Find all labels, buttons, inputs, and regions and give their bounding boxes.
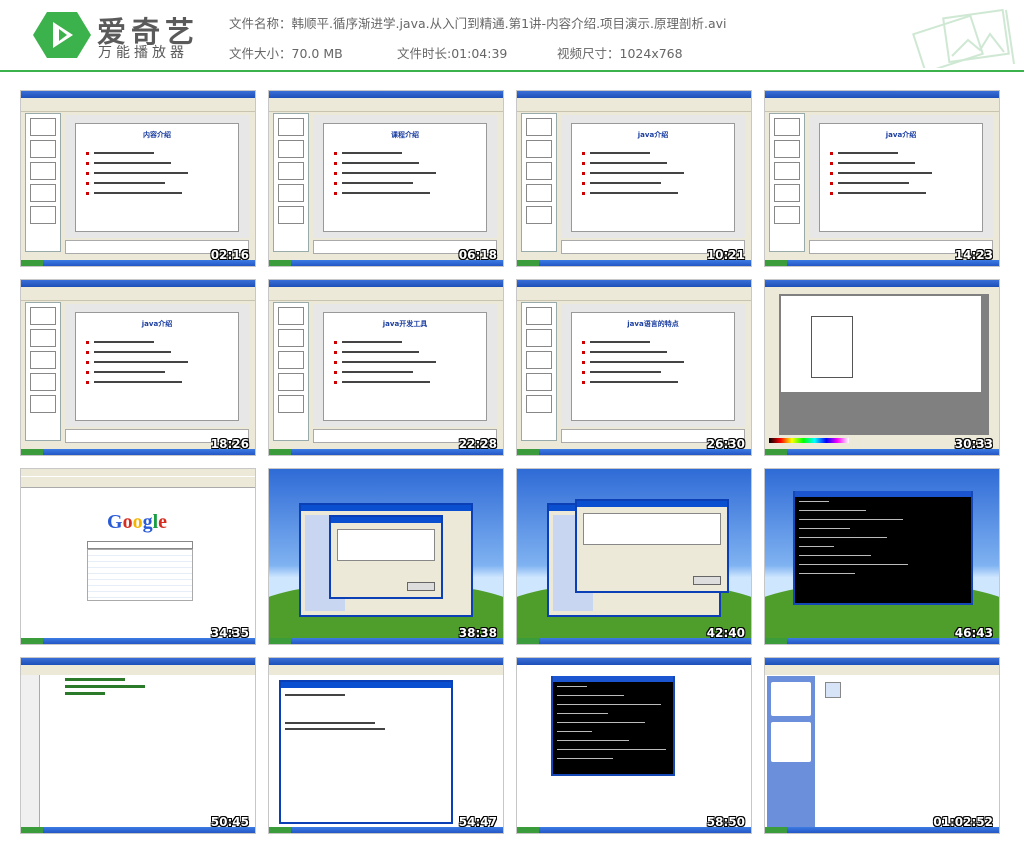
slide: java开发工具 [323,312,487,421]
window-titlebar [269,91,503,98]
file-name: 文件名称：韩顺平.循序渐进学.java.从入门到精通.第1讲-内容介绍.项目演示… [229,13,727,32]
video-thumbnail[interactable]: 42:40 [516,468,752,645]
slide-title: java介绍 [141,320,173,328]
slide-title: java介绍 [637,131,669,139]
slide: java介绍 [571,123,735,232]
window-titlebar [765,91,999,98]
video-thumbnail[interactable]: 50:45 [20,657,256,834]
slide-title: java开发工具 [382,320,428,328]
thumbnail-timestamp: 26:30 [706,437,745,451]
slide-sidebar [273,113,309,252]
video-thumbnail[interactable]: 内容介绍 02:16 [20,90,256,267]
slide-title: 内容介绍 [143,131,171,139]
file-resolution-label: 视频尺寸： [557,46,620,61]
thumbnail-timestamp: 14:23 [954,248,993,262]
slide-sidebar [273,302,309,441]
thumbnail-timestamp: 01:02:52 [933,815,993,829]
slide: 内容介绍 [75,123,239,232]
thumbnail-timestamp: 22:28 [458,437,497,451]
slide: java语言的特点 [571,312,735,421]
slide-sidebar [521,113,557,252]
slide-area: java语言的特点 [561,304,745,427]
slide-sidebar [25,113,61,252]
decorative-frames-icon [912,8,1015,68]
toolbar [517,103,751,112]
slide: java介绍 [819,123,983,232]
toolbar [517,292,751,301]
file-duration-value: 01:04:39 [451,46,508,61]
slide-title: java语言的特点 [627,320,679,328]
file-size-value: 70.0 MB [291,46,343,61]
thumbnail-timestamp: 58:50 [706,815,745,829]
slide-sidebar [521,302,557,441]
slide-area: java介绍 [65,304,249,427]
thumbnail-timestamp: 10:21 [706,248,745,262]
video-thumbnail[interactable]: java开发工具 22:28 [268,279,504,456]
slide-area: java介绍 [809,115,993,238]
video-thumbnail[interactable]: java语言的特点 26:30 [516,279,752,456]
video-thumbnail[interactable]: 课程介绍 06:18 [268,90,504,267]
thumbnail-timestamp: 38:38 [458,626,497,640]
window-titlebar [517,280,751,287]
video-thumbnail[interactable]: java介绍 10:21 [516,90,752,267]
slide-sidebar [25,302,61,441]
video-thumbnail[interactable]: 38:38 [268,468,504,645]
slide-area: 课程介绍 [313,115,497,238]
file-size: 文件大小：70.0 MB [229,43,343,62]
file-duration: 文件时长:01:04:39 [397,43,507,62]
thumbnail-timestamp: 06:18 [458,248,497,262]
thumbnail-timestamp: 50:45 [210,815,249,829]
window-titlebar [21,280,255,287]
toolbar [21,292,255,301]
thumbnail-timestamp: 34:35 [210,626,249,640]
video-thumbnail[interactable]: java介绍 18:26 [20,279,256,456]
file-resolution-value: 1024x768 [619,46,683,61]
video-thumbnail[interactable]: 54:47 [268,657,504,834]
thumbnail-timestamp: 02:16 [210,248,249,262]
toolbar [269,103,503,112]
header: 爱奇艺 万能播放器 文件名称：韩顺平.循序渐进学.java.从入门到精通.第1讲… [0,0,1024,72]
file-resolution: 视频尺寸：1024x768 [557,43,683,62]
slide: java介绍 [75,312,239,421]
video-thumbnail[interactable]: java介绍 14:23 [764,90,1000,267]
slide-area: java开发工具 [313,304,497,427]
toolbar [21,103,255,112]
file-name-label: 文件名称： [229,16,292,31]
thumbnail-timestamp: 30:33 [954,437,993,451]
brand-subtitle: 万能播放器 [98,45,188,61]
google-logo: Google [107,511,168,533]
video-thumbnail[interactable]: 30:33 [764,279,1000,456]
slide-sidebar [769,113,805,252]
iqiyi-logo-icon [33,12,91,58]
file-duration-label: 文件时长: [397,46,452,61]
file-name-value: 韩顺平.循序渐进学.java.从入门到精通.第1讲-内容介绍.项目演示.原理剖析… [291,16,727,31]
thumbnail-timestamp: 42:40 [706,626,745,640]
slide-title: java介绍 [885,131,917,139]
command-prompt-window [551,676,675,776]
file-size-label: 文件大小： [229,46,292,61]
slide-area: java介绍 [561,115,745,238]
thumbnail-timestamp: 54:47 [458,815,497,829]
thumbnail-timestamp: 46:43 [954,626,993,640]
window-titlebar [269,280,503,287]
header-divider [0,70,1024,72]
slide-area: 内容介绍 [65,115,249,238]
window-titlebar [21,91,255,98]
video-thumbnail[interactable]: Google 34:35 [20,468,256,645]
video-thumbnail[interactable]: 01:02:52 [764,657,1000,834]
command-prompt-window [793,491,973,605]
toolbar [765,103,999,112]
toolbar [269,292,503,301]
video-thumbnail[interactable]: 46:43 [764,468,1000,645]
slide: 课程介绍 [323,123,487,232]
window-titlebar [517,91,751,98]
video-thumbnail[interactable]: 58:50 [516,657,752,834]
thumbnail-grid: 内容介绍 02:16 课程介绍 06:18 java介绍 10:21 java介绍 14:23… [20,90,1004,834]
slide-title: 课程介绍 [391,131,419,139]
thumbnail-timestamp: 18:26 [210,437,249,451]
